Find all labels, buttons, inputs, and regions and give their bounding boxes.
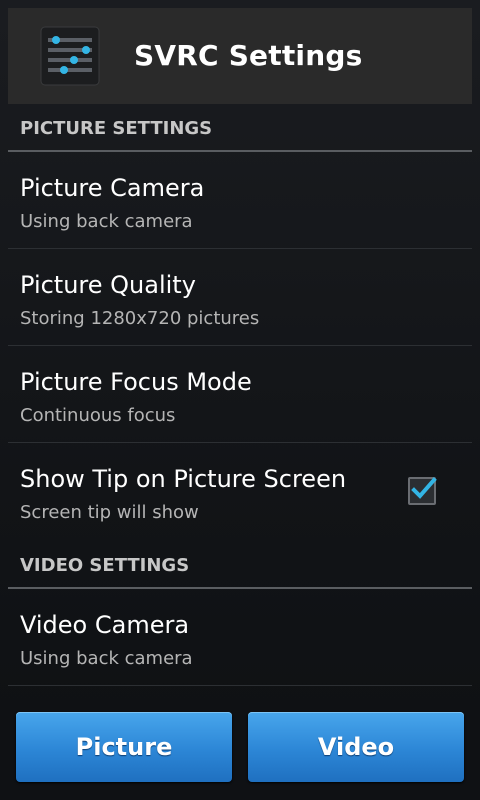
pref-video-camera[interactable]: Video Camera Using back camera <box>8 589 472 686</box>
settings-screen: SVRC Settings PICTURE SETTINGS Picture C… <box>0 0 480 800</box>
pref-title: Video Camera <box>20 611 190 639</box>
pref-summary: Using back camera <box>20 211 193 232</box>
section-header-label: PICTURE SETTINGS <box>20 118 213 139</box>
pref-summary: Screen tip will show <box>20 502 199 523</box>
pref-picture-focus-mode[interactable]: Picture Focus Mode Continuous focus <box>8 346 472 443</box>
picture-button[interactable]: Picture <box>16 712 232 782</box>
pref-show-tip[interactable]: Show Tip on Picture Screen Screen tip wi… <box>8 443 472 543</box>
pref-title: Picture Quality <box>20 271 196 299</box>
pref-title: Picture Focus Mode <box>20 368 252 396</box>
section-header-video: VIDEO SETTINGS <box>8 545 472 589</box>
section-header-picture: PICTURE SETTINGS <box>8 108 472 152</box>
pref-summary: Using back camera <box>20 648 193 669</box>
checkmark-icon <box>411 477 437 499</box>
pref-title: Show Tip on Picture Screen <box>20 465 347 493</box>
pref-picture-quality[interactable]: Picture Quality Storing 1280x720 picture… <box>8 249 472 346</box>
show-tip-checkbox[interactable] <box>408 477 437 505</box>
section-header-label: VIDEO SETTINGS <box>20 555 190 576</box>
sliders-icon[interactable] <box>40 26 100 86</box>
app-title: SVRC Settings <box>134 39 363 72</box>
video-button[interactable]: Video <box>248 712 464 782</box>
pref-summary: Continuous focus <box>20 405 176 426</box>
pref-picture-camera[interactable]: Picture Camera Using back camera <box>8 152 472 249</box>
action-bar: SVRC Settings <box>8 8 472 104</box>
list-divider <box>8 685 472 686</box>
pref-title: Picture Camera <box>20 174 205 202</box>
pref-summary: Storing 1280x720 pictures <box>20 308 260 329</box>
